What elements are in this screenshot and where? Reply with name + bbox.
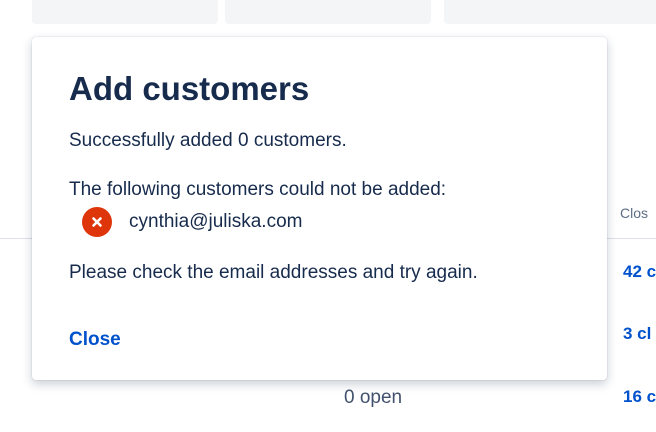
failed-heading: The following customers could not be add…: [69, 179, 447, 200]
closed-requests-link[interactable]: 3 cl: [623, 324, 651, 344]
failed-customer-email: cynthia@juliska.com: [129, 211, 303, 232]
closed-requests-link[interactable]: 42 c: [623, 262, 656, 282]
closed-column-header: Clos: [620, 205, 649, 221]
success-message: Successfully added 0 customers.: [69, 130, 347, 151]
filter-pill[interactable]: [444, 0, 656, 24]
open-requests-count: 0 open: [344, 387, 403, 408]
filter-pill[interactable]: [225, 0, 431, 24]
x-mark-icon: [92, 217, 102, 227]
failed-customer-item: cynthia@juliska.com: [82, 207, 302, 237]
closed-requests-link[interactable]: 16 c: [623, 387, 656, 407]
error-icon: [82, 207, 112, 237]
page: Clos 42 c 3 cl 16 c 0 open Add customers…: [0, 0, 656, 432]
filter-pill[interactable]: [32, 0, 218, 24]
dialog-title: Add customers: [69, 70, 310, 107]
instruction-message: Please check the email addresses and try…: [69, 262, 478, 283]
add-customers-dialog: Add customers Successfully added 0 custo…: [32, 37, 607, 380]
close-button[interactable]: Close: [69, 329, 121, 351]
